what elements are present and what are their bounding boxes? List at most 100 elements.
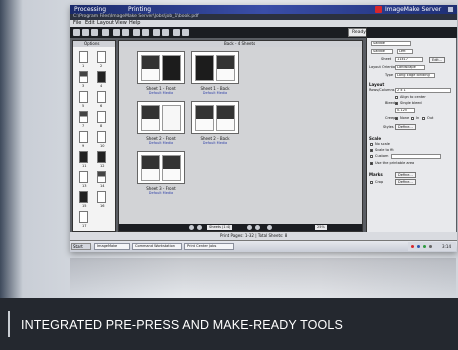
crop-marks-checkbox[interactable]: [370, 181, 373, 184]
security-icon[interactable]: [423, 245, 426, 248]
menu-bar: File Edit Layout View Help: [70, 20, 457, 27]
network-icon[interactable]: [417, 245, 420, 248]
scale-to-fit-radio[interactable]: [370, 149, 373, 152]
page-thumbnail[interactable]: [97, 91, 106, 103]
open-icon[interactable]: [82, 29, 89, 36]
sheet-preview[interactable]: [137, 51, 185, 84]
save-icon[interactable]: [91, 29, 98, 36]
tab-processing[interactable]: Processing: [74, 5, 106, 14]
next-page-icon[interactable]: [247, 225, 252, 230]
single-bleed-radio[interactable]: [395, 102, 398, 105]
print-icon[interactable]: [102, 29, 109, 36]
creep-in-radio[interactable]: [411, 117, 414, 120]
page-thumbnail-label: 3: [82, 84, 85, 88]
page-thumbnail-label: 13: [82, 184, 87, 188]
printable-area-checkbox[interactable]: [370, 162, 373, 165]
marks-define-button[interactable]: Define...: [395, 172, 416, 178]
zoom-slider-icon[interactable]: [267, 225, 272, 230]
task-print-center[interactable]: Print Center Jobs: [184, 243, 234, 250]
redo-icon[interactable]: [122, 29, 129, 36]
creep-none-radio[interactable]: [395, 117, 398, 120]
page-thumbnail[interactable]: [79, 51, 88, 63]
zoom-out-icon[interactable]: [142, 29, 149, 36]
new-icon[interactable]: [73, 29, 80, 36]
no-scale-label: No scale: [375, 142, 390, 146]
page-thumbnail[interactable]: [97, 51, 106, 63]
last-page-icon[interactable]: [255, 225, 260, 230]
no-scale-radio[interactable]: [370, 143, 373, 146]
taskbar: Start ImageMake Command Workstation Prin…: [70, 240, 457, 252]
prev-page-icon[interactable]: [197, 225, 202, 230]
start-button[interactable]: Start: [71, 243, 91, 250]
sheet-media-link[interactable]: Default Media: [131, 141, 191, 145]
styles-define-button[interactable]: Define...: [395, 124, 416, 130]
menu-view[interactable]: View: [115, 20, 127, 27]
page-thumbnail[interactable]: [79, 211, 88, 223]
creep-in-label: In: [416, 116, 420, 120]
type-select[interactable]: Long Edge Binding: [395, 73, 435, 78]
custom-scale-radio[interactable]: [370, 155, 373, 158]
page-thumbnail[interactable]: [97, 191, 106, 203]
orientation-select[interactable]: Landscape: [395, 65, 425, 70]
page-thumbnail[interactable]: [79, 151, 88, 163]
page-thumbnail[interactable]: [79, 71, 88, 83]
zoom-field[interactable]: 25%: [315, 225, 327, 230]
sheet-media-link[interactable]: Default Media: [131, 91, 191, 95]
sheet-media-link[interactable]: Default Media: [185, 91, 245, 95]
imposition-icon[interactable]: [173, 29, 180, 36]
task-imagemake[interactable]: ImageMake: [94, 243, 130, 250]
bleed-label: Bleed: [385, 101, 395, 105]
page-thumbnail[interactable]: [97, 71, 106, 83]
rows-columns-select[interactable]: 2 x 1: [395, 88, 451, 93]
printable-area-label: Use the printable area: [375, 161, 415, 165]
close-button[interactable]: [447, 6, 454, 13]
settings-icon[interactable]: [182, 29, 189, 36]
binding-side-select[interactable]: Left: [397, 49, 413, 54]
page-thumbnail[interactable]: [97, 151, 106, 163]
rows-columns-label: Rows/Columns: [369, 88, 395, 92]
bleed-amount-field[interactable]: 0.125: [395, 108, 415, 113]
page-thumbnail-label: 12: [100, 164, 105, 168]
sheet-page: [162, 55, 181, 81]
menu-file[interactable]: File: [73, 20, 81, 27]
page-thumbnail-label: 1: [82, 64, 85, 68]
page-thumbnail[interactable]: [97, 131, 106, 143]
sheet-size-select[interactable]: 11x17: [395, 57, 423, 62]
task-command-workstation[interactable]: Command Workstation: [132, 243, 182, 250]
sheet-preview[interactable]: [137, 101, 185, 134]
page-thumbnail[interactable]: [97, 111, 106, 123]
clock: 3:14 PM: [442, 244, 451, 249]
crop-marks-label: Crop: [375, 180, 384, 184]
align-center-checkbox[interactable]: [395, 96, 398, 99]
page-thumbnail[interactable]: [97, 171, 106, 183]
page-thumbnail[interactable]: [79, 91, 88, 103]
menu-help[interactable]: Help: [129, 20, 140, 27]
crop-define-button[interactable]: Define...: [395, 179, 416, 185]
menu-edit[interactable]: Edit: [85, 20, 95, 27]
tab-printing[interactable]: Printing: [128, 5, 151, 14]
sheet-media-link[interactable]: Default Media: [185, 141, 245, 145]
binding-select[interactable]: Saddle: [371, 49, 393, 54]
zoom-in-icon[interactable]: [133, 29, 140, 36]
volume-icon[interactable]: [429, 245, 432, 248]
undo-icon[interactable]: [113, 29, 120, 36]
sheet-preview[interactable]: [137, 151, 185, 184]
sheet-media-link[interactable]: Default Media: [131, 191, 191, 195]
view-mode-select[interactable]: Sheets (1:4): [207, 225, 233, 230]
page-thumbnail[interactable]: [79, 111, 88, 123]
page-thumbnail[interactable]: [79, 171, 88, 183]
system-tray: 3:14 PM: [408, 242, 456, 251]
first-page-icon[interactable]: [189, 225, 194, 230]
edit-sheet-button[interactable]: Edit...: [429, 57, 446, 63]
creep-out-radio[interactable]: [422, 117, 425, 120]
menu-layout[interactable]: Layout: [97, 20, 114, 27]
page-thumbnail[interactable]: [79, 131, 88, 143]
sheet-preview[interactable]: [191, 51, 239, 84]
sheet-preview[interactable]: [191, 101, 239, 134]
page-thumbnail[interactable]: [79, 191, 88, 203]
page-icon[interactable]: [153, 29, 160, 36]
layout-select[interactable]: Saddle: [371, 41, 411, 46]
tray-app-icon[interactable]: [411, 245, 414, 248]
sheet-icon[interactable]: [162, 29, 169, 36]
custom-scale-field[interactable]: [391, 154, 441, 159]
